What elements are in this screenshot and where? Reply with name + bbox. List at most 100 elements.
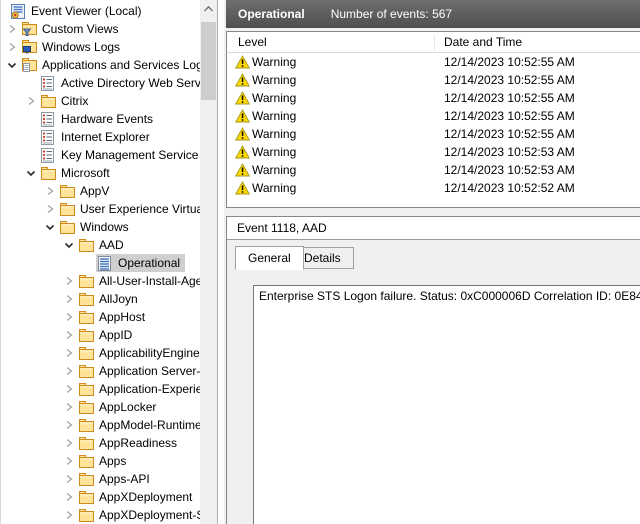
tree-item-custom-views[interactable]: Custom Views [1,20,200,38]
tree-vertical-scrollbar[interactable] [200,0,217,524]
event-row[interactable]: Warning12/14/2023 10:52:55 AM [227,125,640,143]
event-rows: Warning 12/14/2023 10:52:55 AM Warning12/1… [227,53,640,197]
event-row[interactable]: Warning12/14/2023 10:52:53 AM [227,161,640,179]
warning-icon [235,181,250,198]
console-tree-pane: Event Viewer (Local)Custom ViewsWindows … [0,0,218,524]
tree-item-label: AppHost [99,309,148,325]
event-message-box[interactable]: Enterprise STS Logon failure. Status: 0x… [253,285,640,524]
scrollbar-thumb[interactable] [201,22,216,100]
tree-item-apps[interactable]: Apps [1,452,200,470]
tab-general[interactable]: General [235,246,304,270]
event-datetime: 12/14/2023 10:52:53 AM [444,163,575,177]
tab-details-label: Details [304,251,341,265]
chevron-collapsed-icon[interactable] [63,509,77,521]
tree-item-citrix[interactable]: Citrix [1,92,200,110]
tree-item-event-viewer-local-[interactable]: Event Viewer (Local) [1,2,200,20]
chevron-collapsed-icon[interactable] [44,185,58,197]
folder-log-icon [22,58,38,72]
log-title: Operational [238,7,305,21]
tree-item-label: Key Management Service [61,147,200,163]
tree-item-application-server-applications[interactable]: Application Server-Applications [1,362,200,380]
folder-icon [79,346,95,360]
warning-icon [235,91,250,108]
tree-item-appreadiness[interactable]: AppReadiness [1,434,200,452]
tree-item-label: User Experience Virtualization [80,201,200,217]
tree-item-windows[interactable]: Windows [1,218,200,236]
tree-item-internet-explorer[interactable]: Internet Explorer [1,128,200,146]
tree-item-microsoft[interactable]: Microsoft [1,164,200,182]
event-datetime: 12/14/2023 10:52:55 AM [444,109,575,123]
event-row[interactable]: Warning12/14/2023 10:52:53 AM [227,143,640,161]
warning-icon [235,73,250,90]
chevron-collapsed-icon[interactable] [63,293,77,305]
tree-item-all-user-install-agent[interactable]: All-User-Install-Agent [1,272,200,290]
chevron-collapsed-icon[interactable] [63,419,77,431]
tree-item-key-management-service[interactable]: Key Management Service [1,146,200,164]
tree-item-appxdeployment[interactable]: AppXDeployment [1,488,200,506]
chevron-collapsed-icon[interactable] [63,347,77,359]
chevron-collapsed-icon[interactable] [63,365,77,377]
tree-item-label: AppLocker [99,399,159,415]
results-pane: Operational Number of events: 567 Level … [224,0,640,524]
chevron-collapsed-icon[interactable] [63,437,77,449]
scroll-up-button[interactable] [200,0,217,17]
tree-item-label: Active Directory Web Services [61,75,200,91]
chevron-collapsed-icon[interactable] [44,203,58,215]
event-row[interactable]: Warning12/14/2023 10:52:52 AM [227,179,640,197]
chevron-expanded-icon[interactable] [63,239,77,251]
tree-item-appxdeployment-server[interactable]: AppXDeployment-Server [1,506,200,524]
folder-icon [79,292,95,306]
log-icon [41,148,57,162]
tree-item-label: Applications and Services Logs [42,57,200,73]
tree-item-hardware-events[interactable]: Hardware Events [1,110,200,128]
column-header-level[interactable]: Level [238,35,267,49]
chevron-collapsed-icon[interactable] [63,275,77,287]
tree-item-appv[interactable]: AppV [1,182,200,200]
folder-icon [79,238,95,252]
chevron-expanded-icon[interactable] [6,59,20,71]
tree-item-applicabilityengine[interactable]: ApplicabilityEngine [1,344,200,362]
tree-item-aad[interactable]: AAD [1,236,200,254]
chevron-collapsed-icon[interactable] [63,311,77,323]
console-tree: Event Viewer (Local)Custom ViewsWindows … [1,2,200,524]
event-row[interactable]: Warning12/14/2023 10:52:55 AM [227,89,640,107]
chevron-collapsed-icon[interactable] [25,95,39,107]
column-header-date[interactable]: Date and Time [444,35,522,49]
log-icon [41,112,57,126]
tree-item-label: Application-Experience [99,381,200,397]
chevron-collapsed-icon[interactable] [6,41,20,53]
event-detail-pane: Event 1118, AAD General Details Enterpri… [226,216,640,524]
chevron-expanded-icon[interactable] [25,167,39,179]
chevron-expanded-icon[interactable] [44,221,58,233]
column-separator[interactable] [434,35,435,50]
event-row[interactable]: Warning12/14/2023 10:52:55 AM [227,53,640,71]
event-row[interactable]: Warning 12/14/2023 10:52:55 AM [227,107,640,125]
chevron-collapsed-icon[interactable] [63,455,77,467]
tree-item-user-experience-virtualization[interactable]: User Experience Virtualization [1,200,200,218]
event-row[interactable]: Warning12/14/2023 10:52:55 AM [227,71,640,89]
arrow-spacer [25,113,39,125]
event-level: Warning [252,109,296,123]
chevron-collapsed-icon[interactable] [63,473,77,485]
event-list: Level Date and Time Warning12/14/2023 10… [226,31,640,208]
tree-item-windows-logs[interactable]: Windows Logs [1,38,200,56]
tree-item-apphost[interactable]: AppHost [1,308,200,326]
chevron-collapsed-icon[interactable] [63,491,77,503]
tree-item-label: AppV [80,183,112,199]
chevron-collapsed-icon[interactable] [63,401,77,413]
tree-item-active-directory-web-services[interactable]: Active Directory Web Services [1,74,200,92]
tree-item-applocker[interactable]: AppLocker [1,398,200,416]
tree-item-appid[interactable]: AppID [1,326,200,344]
chevron-collapsed-icon[interactable] [6,23,20,35]
tree-item-label: Application Server-Applications [99,363,200,379]
tree-item-apps-api[interactable]: Apps-API [1,470,200,488]
chevron-collapsed-icon[interactable] [63,383,77,395]
tree-item-operational[interactable]: Operational [1,254,200,272]
tree-item-appmodel-runtime[interactable]: AppModel-Runtime [1,416,200,434]
tree-item-alljoyn[interactable]: AllJoyn [1,290,200,308]
tree-item-application-experience[interactable]: Application-Experience [1,380,200,398]
tree-item-applications-and-services-logs[interactable]: Applications and Services Logs [1,56,200,74]
chevron-collapsed-icon[interactable] [63,329,77,341]
folder-icon [79,418,95,432]
folder-icon [79,274,95,288]
